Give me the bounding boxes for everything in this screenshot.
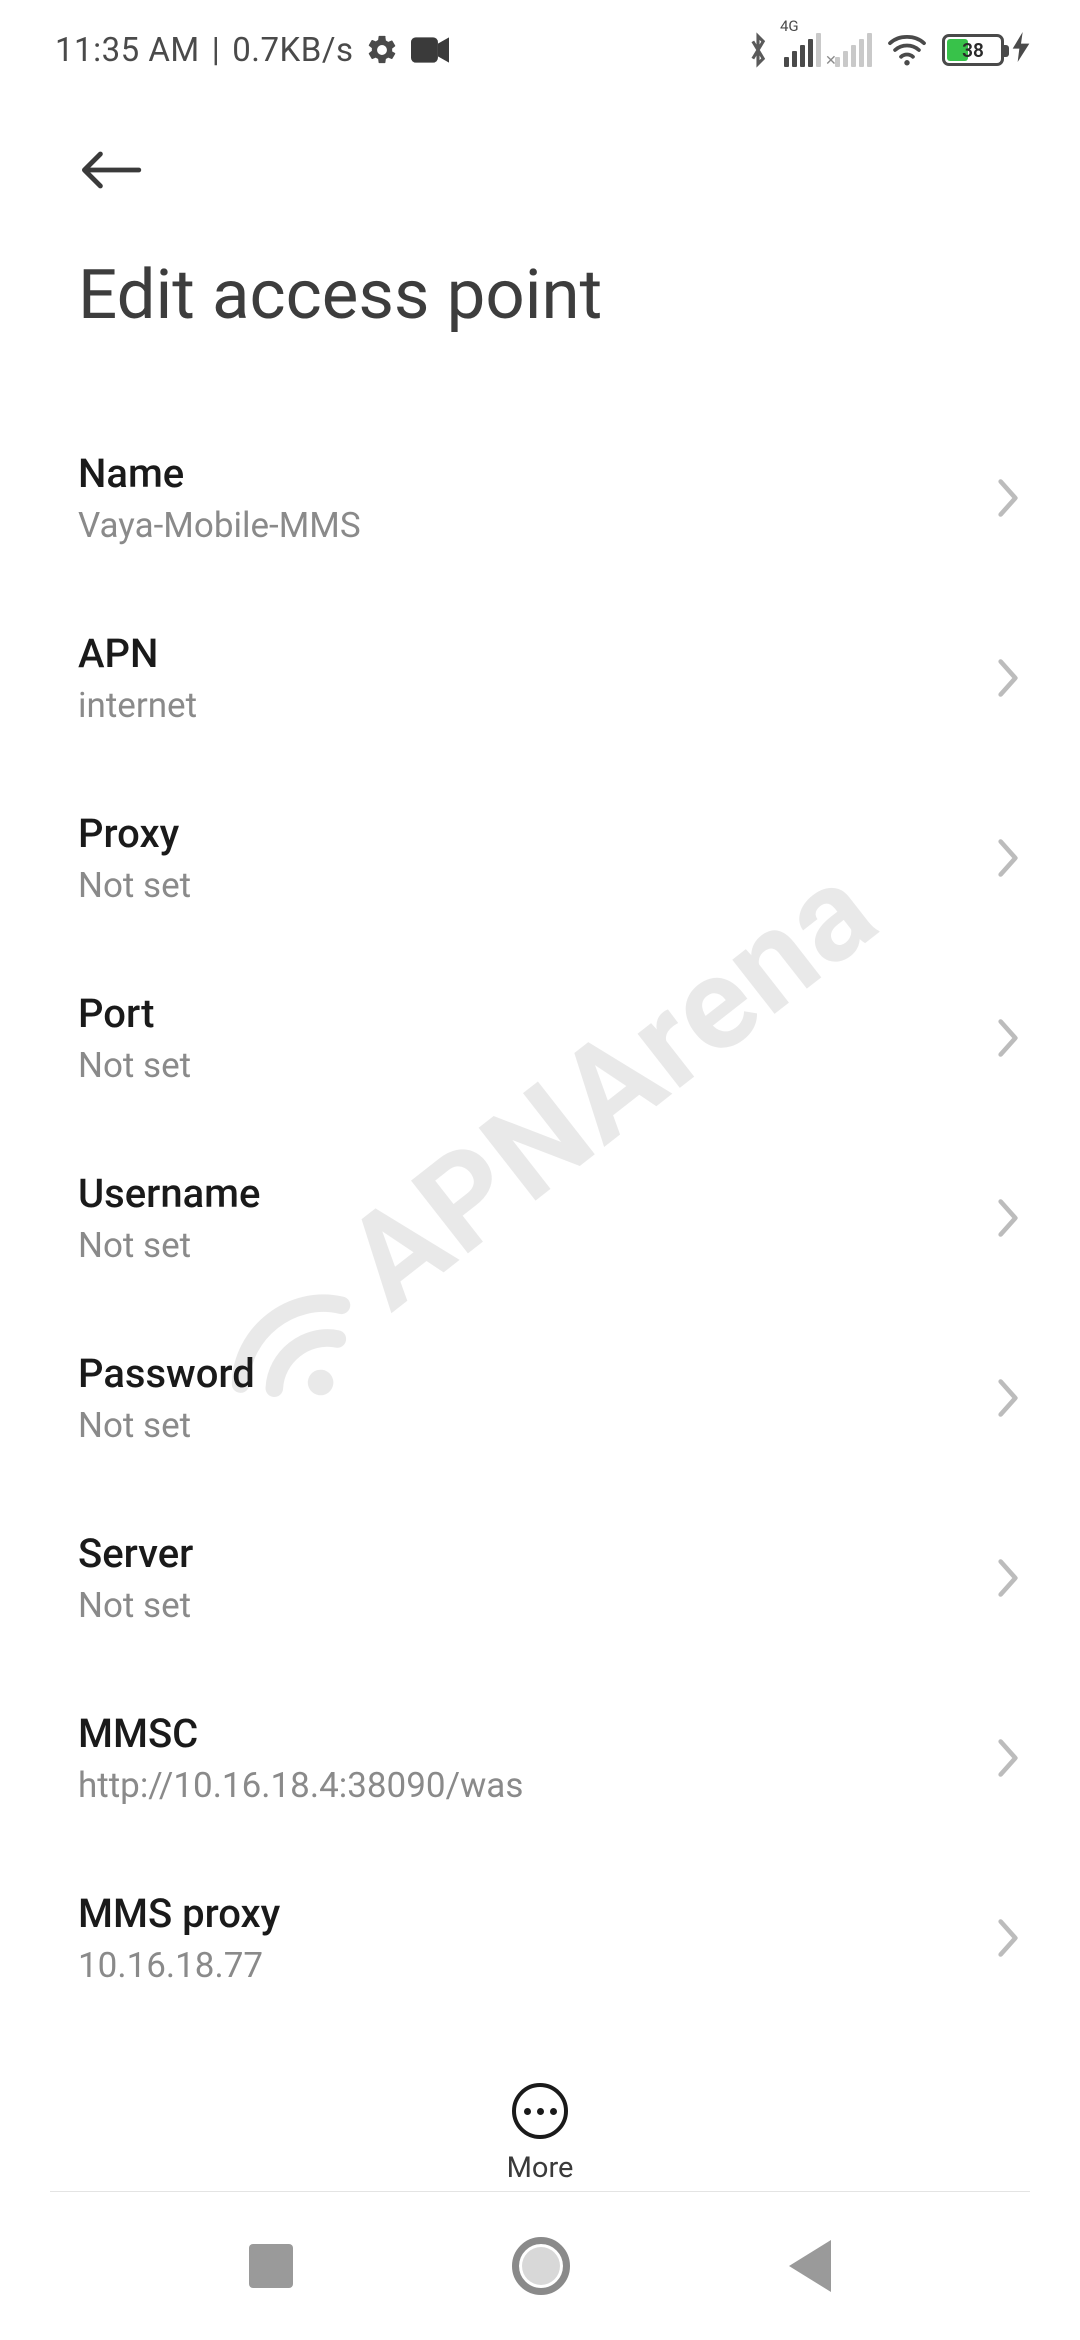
wifi-icon	[886, 33, 928, 67]
nav-home-icon[interactable]	[512, 2237, 570, 2295]
signal-1-icon: 4G	[784, 33, 821, 67]
row-value: Not set	[78, 1585, 1002, 1626]
row-name[interactable]: Name Vaya-Mobile-MMS	[0, 408, 1080, 588]
row-password[interactable]: Password Not set	[0, 1308, 1080, 1488]
row-value: Not set	[78, 1405, 1002, 1446]
page-title: Edit access point	[78, 254, 602, 335]
row-mms-proxy[interactable]: MMS proxy 10.16.18.77	[0, 1848, 1080, 2028]
chevron-right-icon	[994, 1736, 1022, 1780]
row-label: MMS proxy	[78, 1890, 1002, 1937]
row-label: MMSC	[78, 1710, 1002, 1757]
row-label: Password	[78, 1350, 1002, 1397]
row-label: Username	[78, 1170, 1002, 1217]
signal-2-icon: ✕	[835, 33, 872, 67]
gear-icon	[365, 33, 399, 67]
row-value: 10.16.18.77	[78, 1945, 1002, 1986]
settings-list: Name Vaya-Mobile-MMS APN internet Proxy …	[0, 408, 1080, 2100]
battery-percent: 38	[945, 37, 1001, 63]
chevron-right-icon	[994, 1196, 1022, 1240]
back-arrow-icon[interactable]	[78, 148, 142, 192]
status-separator: |	[212, 31, 221, 70]
row-label: Port	[78, 990, 1002, 1037]
more-icon[interactable]	[512, 2083, 568, 2139]
bluetooth-icon	[746, 31, 770, 69]
android-navbar	[0, 2192, 1080, 2340]
nav-back-icon[interactable]	[789, 2240, 831, 2292]
header-bar	[0, 120, 1080, 220]
nav-recents-icon[interactable]	[249, 2244, 293, 2288]
status-net-speed: 0.7KB/s	[232, 31, 353, 70]
status-time: 11:35 AM	[55, 31, 200, 70]
row-server[interactable]: Server Not set	[0, 1488, 1080, 1668]
chevron-right-icon	[994, 836, 1022, 880]
row-label: Proxy	[78, 810, 1002, 857]
more-menu[interactable]: More	[0, 2083, 1080, 2185]
row-value: internet	[78, 685, 1002, 726]
row-value: Not set	[78, 865, 1002, 906]
chevron-right-icon	[994, 1556, 1022, 1600]
chevron-right-icon	[994, 1016, 1022, 1060]
chevron-right-icon	[994, 476, 1022, 520]
chevron-right-icon	[994, 656, 1022, 700]
status-left: 11:35 AM | 0.7KB/s	[55, 31, 449, 70]
row-label: Name	[78, 450, 1002, 497]
row-value: http://10.16.18.4:38090/was	[78, 1765, 1002, 1806]
more-label: More	[507, 2151, 574, 2185]
chevron-right-icon	[994, 1376, 1022, 1420]
chevron-right-icon	[994, 1916, 1022, 1960]
row-proxy[interactable]: Proxy Not set	[0, 768, 1080, 948]
battery-icon: 38	[942, 32, 1030, 69]
row-apn[interactable]: APN internet	[0, 588, 1080, 768]
row-value: Vaya-Mobile-MMS	[78, 505, 1002, 546]
row-port[interactable]: Port Not set	[0, 948, 1080, 1128]
signal-1-tag: 4G	[780, 17, 799, 35]
row-value: Not set	[78, 1045, 1002, 1086]
video-camera-icon	[411, 36, 449, 64]
row-mmsc[interactable]: MMSC http://10.16.18.4:38090/was	[0, 1668, 1080, 1848]
charging-icon	[1012, 32, 1030, 69]
row-label: Server	[78, 1530, 1002, 1577]
status-bar: 11:35 AM | 0.7KB/s 4G ✕ 38	[0, 0, 1080, 100]
row-value: Not set	[78, 1225, 1002, 1266]
status-right: 4G ✕ 38	[746, 31, 1030, 69]
row-username[interactable]: Username Not set	[0, 1128, 1080, 1308]
row-label: APN	[78, 630, 1002, 677]
